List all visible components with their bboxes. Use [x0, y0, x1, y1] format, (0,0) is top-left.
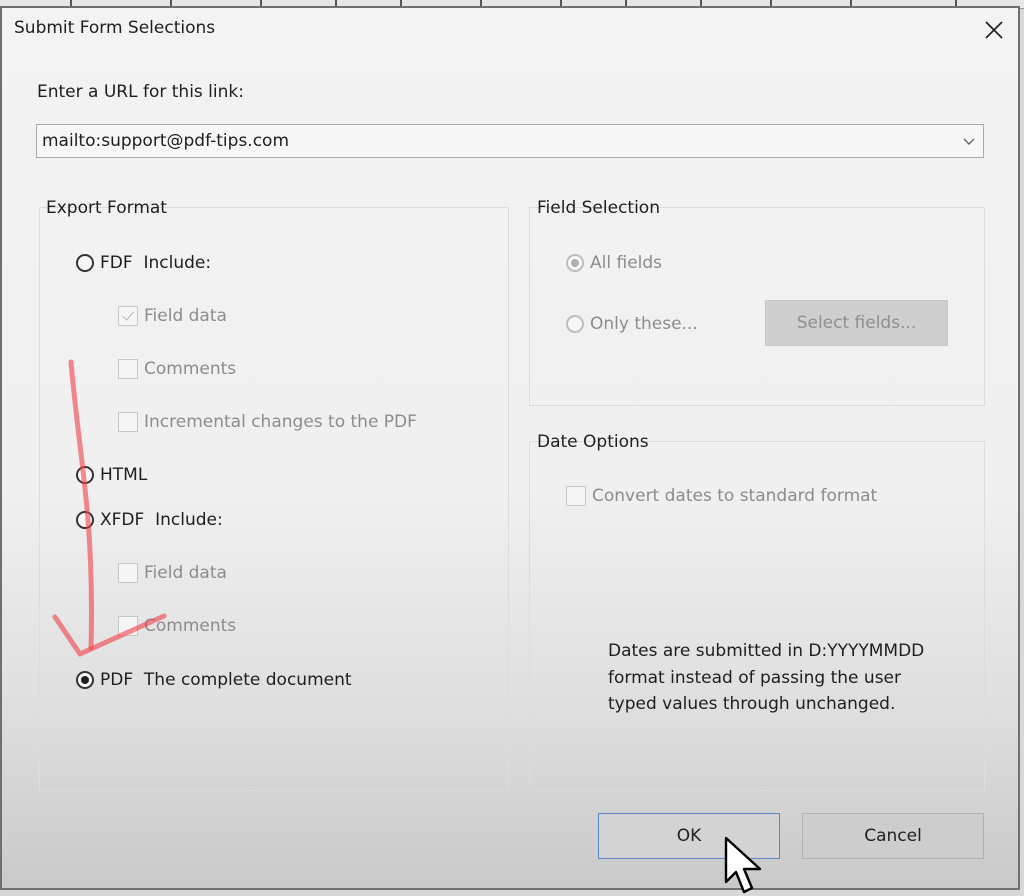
checkbox-label: Field data: [144, 563, 227, 583]
checkbox-label: Comments: [144, 616, 237, 636]
checkbox[interactable]: [118, 563, 138, 583]
radio-button[interactable]: [76, 511, 94, 529]
checkbox[interactable]: [566, 486, 586, 506]
checkbox-label: Comments: [144, 359, 237, 379]
radio-button[interactable]: [76, 671, 94, 689]
dialog-title: Submit Form Selections: [14, 18, 216, 38]
radio-html[interactable]: HTML: [76, 465, 147, 485]
cancel-button[interactable]: Cancel: [802, 813, 984, 859]
checkbox[interactable]: [118, 412, 138, 432]
date-options-help-text: Dates are submitted in D:YYYYMMDD format…: [608, 641, 925, 714]
checkbox-label: Convert dates to standard format: [592, 486, 878, 506]
checkbox[interactable]: [118, 359, 138, 379]
url-input[interactable]: [37, 125, 942, 157]
checkbox-xfdf-field-data[interactable]: Field data: [118, 563, 227, 583]
radio-label: XFDF Include:: [100, 510, 223, 530]
radio-xfdf[interactable]: XFDF Include:: [76, 510, 223, 530]
export-format-title: Export Format: [46, 198, 167, 218]
checkbox-xfdf-comments[interactable]: Comments: [118, 616, 236, 636]
checkbox-fdf-field-data[interactable]: Field data: [118, 306, 227, 326]
radio-button[interactable]: [76, 254, 94, 272]
radio-label: FDF Include:: [100, 253, 212, 273]
mouse-pointer-icon: [724, 836, 762, 894]
chevron-down-icon[interactable]: [961, 133, 977, 149]
radio-button[interactable]: [566, 254, 584, 272]
radio-button[interactable]: [76, 466, 94, 484]
radio-pdf[interactable]: PDF The complete document: [76, 670, 352, 690]
checkbox-label: Field data: [144, 306, 227, 326]
radio-all-fields[interactable]: All fields: [566, 253, 662, 273]
date-options-title: Date Options: [537, 432, 649, 452]
checkbox-fdf-incremental-changes[interactable]: Incremental changes to the PDF: [118, 412, 417, 432]
close-button[interactable]: [974, 12, 1014, 48]
radio-label: Only these...: [590, 314, 698, 334]
checkbox[interactable]: [118, 306, 138, 326]
radio-button[interactable]: [566, 315, 584, 333]
radio-fdf[interactable]: FDF Include:: [76, 253, 211, 273]
radio-only-these[interactable]: Only these...: [566, 314, 698, 334]
checkbox-fdf-comments[interactable]: Comments: [118, 359, 236, 379]
radio-label: PDF The complete document: [100, 670, 352, 690]
url-combobox[interactable]: [36, 124, 984, 158]
radio-label: All fields: [590, 253, 663, 273]
radio-label: HTML: [100, 465, 148, 485]
close-icon: [985, 21, 1003, 39]
checkbox-label: Incremental changes to the PDF: [144, 412, 417, 432]
url-label: Enter a URL for this link:: [37, 82, 244, 102]
export-format-group: [39, 207, 509, 791]
select-fields-button[interactable]: Select fields...: [765, 300, 948, 346]
checkbox[interactable]: [118, 616, 138, 636]
field-selection-title: Field Selection: [537, 198, 660, 218]
checkbox-convert-dates[interactable]: Convert dates to standard format: [566, 486, 877, 506]
